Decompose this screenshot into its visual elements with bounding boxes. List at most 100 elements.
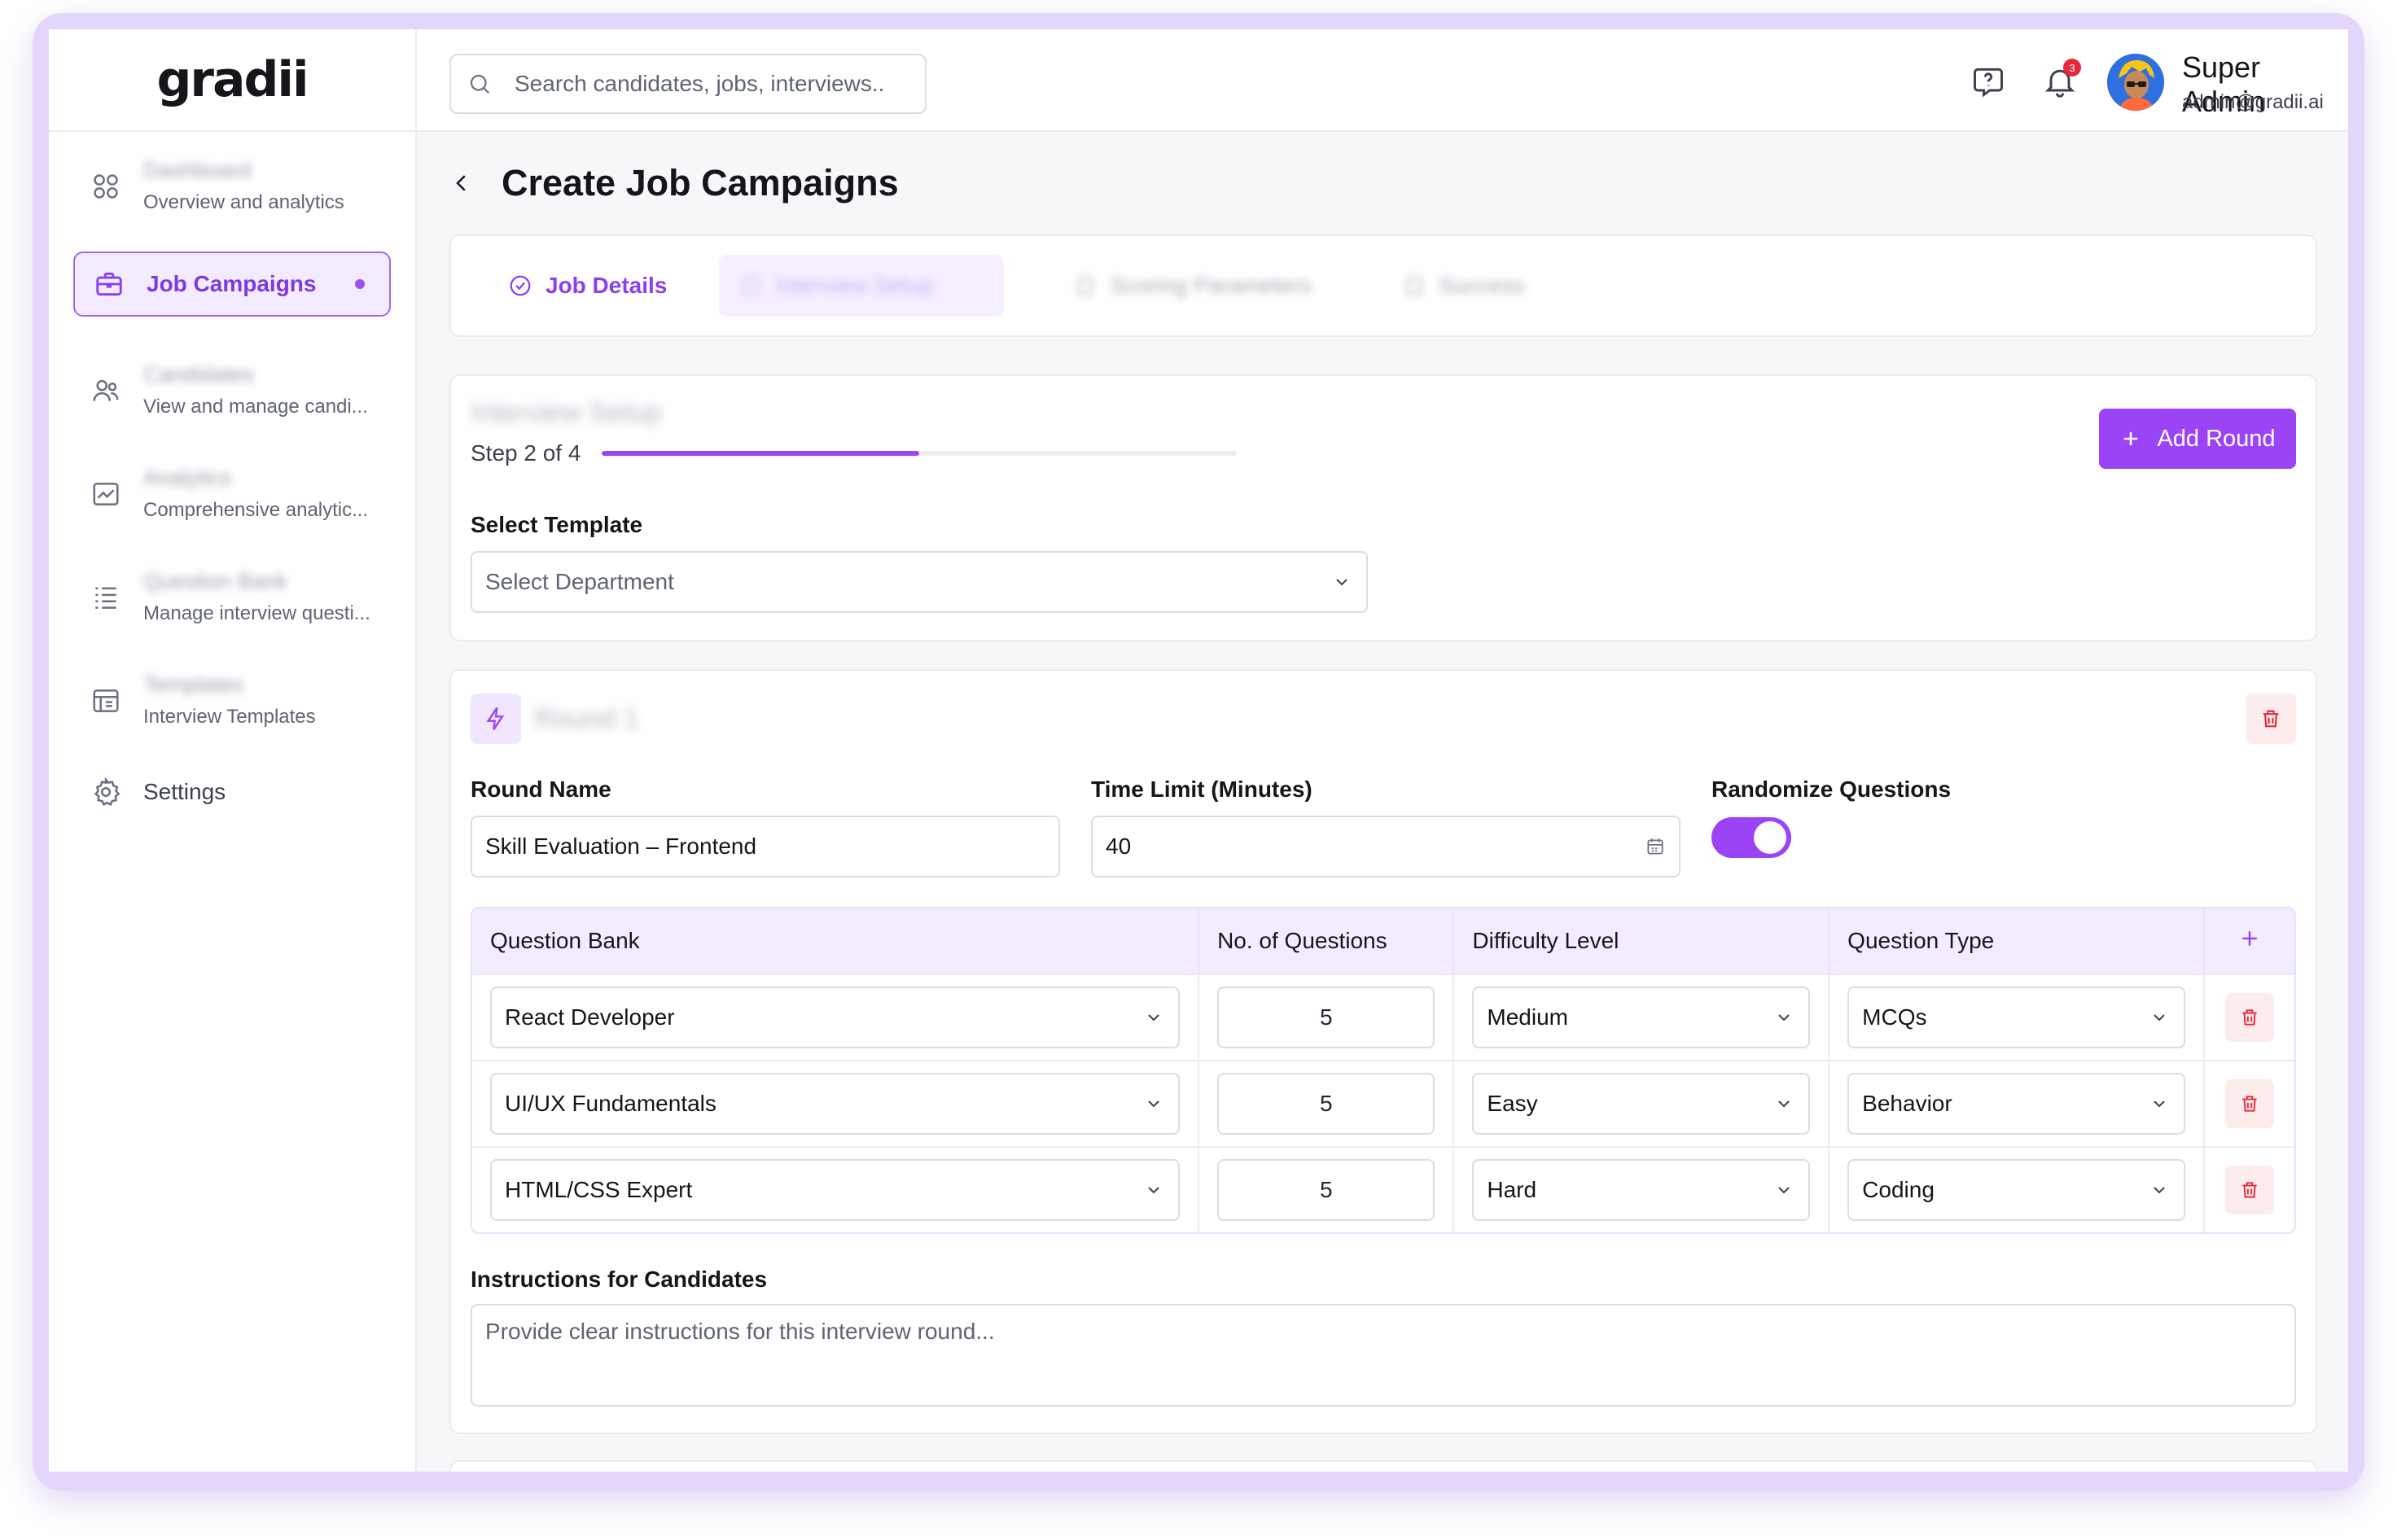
template-field: Select Template Select Department <box>471 512 2296 613</box>
question-type-select[interactable]: Coding <box>1847 1159 2185 1221</box>
round-fields: Round Name Skill Evaluation – Frontend T… <box>471 777 2296 877</box>
search-input[interactable] <box>515 71 905 97</box>
add-round-button[interactable]: Add Round <box>2099 409 2296 469</box>
select-value: Behavior <box>1862 1091 1952 1116</box>
calendar-icon[interactable] <box>1645 836 1666 857</box>
sidebar-item-candidates[interactable]: Candidates View and manage candi... <box>73 341 391 440</box>
step-scoring-parameters[interactable]: Scoring Parameters <box>1053 255 1332 317</box>
progress-bar <box>602 451 1238 456</box>
delete-row-button[interactable] <box>2225 1166 2274 1214</box>
stepper: Job Details Interview Setup Scoring Para… <box>449 234 2317 337</box>
question-bank-select[interactable]: UI/UX Fundamentals <box>490 1073 1181 1135</box>
app-window: gradii Dashboard Overview and analytics … <box>49 29 2348 1472</box>
add-row-button[interactable] <box>2205 908 2294 973</box>
step-label: Interview Setup <box>776 273 934 298</box>
count-value: 5 <box>1319 1091 1333 1116</box>
question-type-select[interactable]: Behavior <box>1847 1073 2185 1135</box>
column-header: No. of Questions <box>1199 908 1455 973</box>
avatar[interactable] <box>2107 54 2164 111</box>
randomize-toggle[interactable] <box>1711 817 1791 858</box>
sidebar-item-label: Job Campaigns <box>147 271 317 296</box>
difficulty-select[interactable]: Hard <box>1472 1159 1811 1221</box>
search-box[interactable] <box>449 54 927 114</box>
chevron-down-icon <box>1148 1100 1159 1108</box>
question-type-select[interactable]: MCQs <box>1847 987 2185 1048</box>
plus-icon <box>2124 431 2138 446</box>
search-icon <box>470 74 490 94</box>
check-circle-icon <box>510 275 531 296</box>
chevron-down-icon <box>2154 1187 2165 1194</box>
sidebar-item-label: Dashboard <box>143 158 252 182</box>
sidebar-item-job-campaigns[interactable]: Job Campaigns <box>73 252 391 317</box>
clipboard-icon <box>744 277 760 295</box>
round-header: Round 1 <box>471 693 2296 744</box>
round-name-label: Round Name <box>471 777 611 802</box>
next-round-card <box>449 1460 2317 1472</box>
question-count-input[interactable]: 5 <box>1217 1073 1435 1135</box>
delete-round-button[interactable] <box>2246 693 2296 744</box>
difficulty-select[interactable]: Easy <box>1472 1073 1811 1135</box>
sidebar-item-settings[interactable]: Settings <box>73 755 391 829</box>
step-success[interactable]: Success <box>1382 255 1546 317</box>
topbar: 3 Super Admin admin@gradii.ai <box>417 29 2348 132</box>
round-title: Round 1 <box>534 702 639 734</box>
logo-area: gradii <box>49 29 415 132</box>
section-title: Interview Setup <box>471 397 662 428</box>
table-row: React Developer 5 Medium MCQs <box>472 973 2294 1060</box>
trash-icon <box>2242 1182 2257 1198</box>
chevron-down-icon <box>1148 1014 1159 1022</box>
sidebar-item-analytics[interactable]: Analytics Comprehensive analytic... <box>73 444 391 543</box>
list-icon <box>90 581 122 614</box>
department-select-value: Select Department <box>485 569 674 594</box>
select-value: MCQs <box>1862 1004 1927 1030</box>
time-limit-input[interactable]: 40 <box>1091 816 1681 877</box>
select-value: React Developer <box>505 1004 675 1030</box>
sidebar-item-question-bank[interactable]: Question Bank Manage interview questi... <box>73 548 391 646</box>
users-icon <box>90 374 122 407</box>
step-job-details[interactable]: Job Details <box>508 255 688 317</box>
instructions-textarea[interactable]: Provide clear instructions for this inte… <box>471 1304 2296 1407</box>
table-row: HTML/CSS Expert 5 Hard Coding <box>472 1146 2294 1232</box>
notification-badge: 3 <box>2063 59 2081 77</box>
instructions-field: Instructions for Candidates Provide clea… <box>471 1267 2296 1407</box>
step-interview-setup[interactable]: Interview Setup <box>719 255 1005 317</box>
main-content: Create Job Campaigns Job Details Intervi… <box>417 132 2348 1472</box>
sidebar-item-subtitle: Overview and analytics <box>143 191 344 213</box>
table-row: UI/UX Fundamentals 5 Easy Behavior <box>472 1060 2294 1146</box>
round-card: Round 1 Round Name Skill Evaluation – Fr… <box>449 669 2317 1434</box>
question-bank-table: Question Bank No. of Questions Difficult… <box>471 907 2296 1234</box>
chevron-down-icon <box>1336 579 1347 586</box>
active-indicator <box>355 279 365 289</box>
help-chat-icon[interactable] <box>1970 63 2006 99</box>
question-count-input[interactable]: 5 <box>1217 1159 1435 1221</box>
select-value: Coding <box>1862 1177 1935 1202</box>
randomize-label: Randomize Questions <box>1711 777 1952 802</box>
count-value: 5 <box>1319 1177 1333 1202</box>
sidebar-item-templates[interactable]: Templates Interview Templates <box>73 651 391 750</box>
sidebar-item-subtitle: Interview Templates <box>143 706 316 728</box>
progress-row: Step 2 of 4 <box>471 440 2296 466</box>
instructions-label: Instructions for Candidates <box>471 1267 768 1292</box>
back-arrow-icon[interactable] <box>449 171 474 195</box>
table-header-row: Question Bank No. of Questions Difficult… <box>472 908 2294 973</box>
department-select[interactable]: Select Department <box>471 551 1368 613</box>
round-name-input[interactable]: Skill Evaluation – Frontend <box>471 816 1060 877</box>
add-round-label: Add Round <box>2157 425 2276 452</box>
grid-icon <box>90 170 122 203</box>
column-header: Difficulty Level <box>1454 908 1830 973</box>
sidebar-item-dashboard[interactable]: Dashboard Overview and analytics <box>73 137 391 235</box>
notification-button[interactable]: 3 <box>2042 59 2081 99</box>
question-bank-select[interactable]: HTML/CSS Expert <box>490 1159 1181 1221</box>
instructions-placeholder: Provide clear instructions for this inte… <box>485 1319 995 1344</box>
question-bank-select[interactable]: React Developer <box>490 987 1181 1048</box>
round-name-value: Skill Evaluation – Frontend <box>485 833 757 859</box>
delete-row-button[interactable] <box>2225 1079 2274 1128</box>
step-label: Job Details <box>546 273 668 298</box>
template-label: Select Template <box>471 512 643 537</box>
interview-setup-card: Interview Setup Step 2 of 4 Add Round Se… <box>449 374 2317 641</box>
difficulty-select[interactable]: Medium <box>1472 987 1811 1048</box>
step-counter: Step 2 of 4 <box>471 440 581 466</box>
delete-row-button[interactable] <box>2225 993 2274 1042</box>
chevron-down-icon <box>2154 1100 2165 1108</box>
question-count-input[interactable]: 5 <box>1217 987 1435 1048</box>
